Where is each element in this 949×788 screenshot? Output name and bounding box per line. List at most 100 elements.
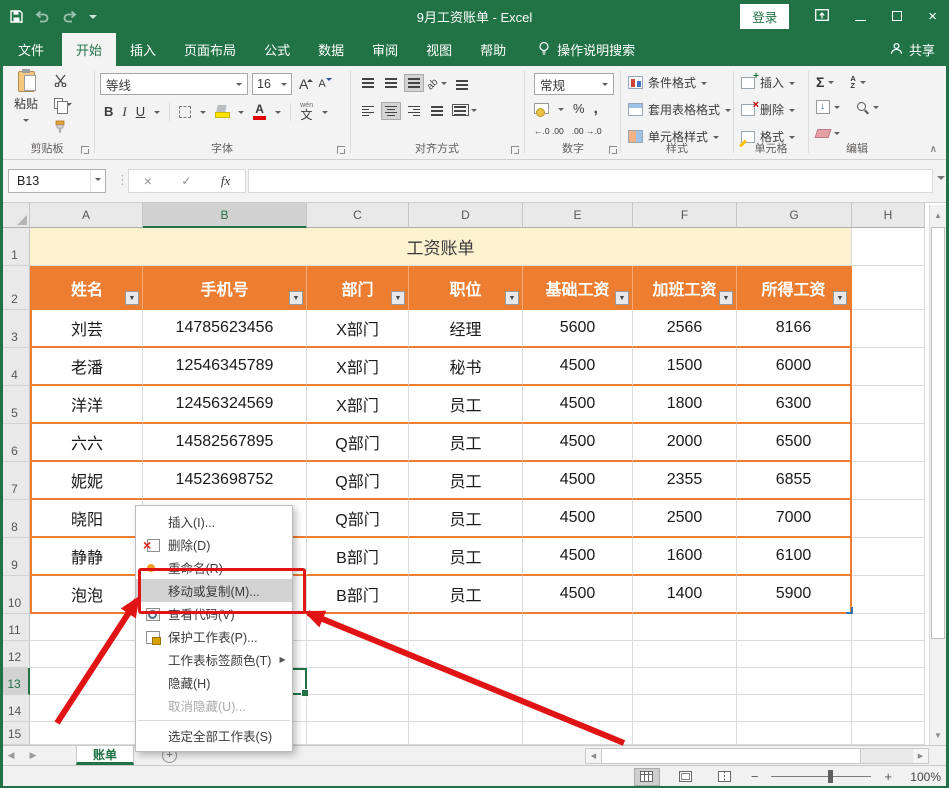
row-header-4[interactable]: 4 <box>0 348 30 386</box>
cell-A8[interactable]: 晓阳 <box>30 500 143 538</box>
menu-item-hide[interactable]: 隐藏(H) <box>136 671 292 694</box>
menu-item-tab-color[interactable]: 工作表标签颜色(T)▶ <box>136 648 292 671</box>
delete-cells-button[interactable]: 删除 <box>741 101 795 118</box>
close-button[interactable]: × <box>928 8 937 25</box>
paste-button[interactable]: 粘贴 <box>5 71 47 125</box>
table-resize-handle[interactable] <box>846 607 853 614</box>
cell-H15[interactable] <box>852 722 925 745</box>
zoom-out-button[interactable]: − <box>751 769 759 784</box>
alignment-dialog-launcher[interactable] <box>511 146 519 154</box>
cell-C12[interactable] <box>307 641 409 668</box>
cell-G14[interactable] <box>737 695 852 722</box>
cell-H7[interactable] <box>852 462 925 500</box>
align-right-icon[interactable] <box>404 102 424 120</box>
scroll-up-icon[interactable]: ▲ <box>930 205 946 225</box>
zoom-slider[interactable] <box>771 776 871 777</box>
cell-H5[interactable] <box>852 386 925 424</box>
align-top-icon[interactable] <box>358 74 378 92</box>
cell-H12[interactable] <box>852 641 925 668</box>
find-select-icon[interactable] <box>856 101 869 114</box>
cell-G5[interactable]: 6300 <box>737 386 852 424</box>
zoom-level[interactable]: 100% <box>905 770 941 784</box>
share-button[interactable]: 共享 <box>890 33 935 66</box>
cell-E10[interactable]: 4500 <box>523 576 633 614</box>
cell-E5[interactable]: 4500 <box>523 386 633 424</box>
font-color-icon[interactable]: A <box>253 103 266 120</box>
table-header-B2[interactable]: 手机号▼ <box>143 266 307 310</box>
menu-item-unhide[interactable]: 取消隐藏(U)... <box>136 694 292 717</box>
zoom-in-button[interactable]: + <box>884 769 892 784</box>
ribbon-tab[interactable]: 公式 <box>250 33 304 66</box>
ribbon-tab[interactable]: 视图 <box>412 33 466 66</box>
horizontal-scroll-thumb[interactable] <box>601 749 861 763</box>
cell-F15[interactable] <box>633 722 737 745</box>
menu-item-protect-sheet[interactable]: 保护工作表(P)... <box>136 625 292 648</box>
insert-cells-button[interactable]: 插入 <box>741 74 795 91</box>
cell-D14[interactable] <box>409 695 523 722</box>
redo-icon[interactable] <box>62 10 77 23</box>
align-left-icon[interactable] <box>358 102 378 120</box>
cell-D5[interactable]: 员工 <box>409 386 523 424</box>
wrap-text-icon[interactable] <box>452 76 472 94</box>
autosum-icon[interactable]: Σ <box>816 74 824 90</box>
column-header-C[interactable]: C <box>307 203 409 228</box>
cell-F13[interactable] <box>633 668 737 695</box>
table-header-C2[interactable]: 部门▼ <box>307 266 409 310</box>
cell-F14[interactable] <box>633 695 737 722</box>
cell-A3[interactable]: 刘芸 <box>30 310 143 348</box>
cell-A11[interactable] <box>30 614 143 641</box>
table-header-D2[interactable]: 职位▼ <box>409 266 523 310</box>
cell-H9[interactable] <box>852 538 925 576</box>
bold-icon[interactable]: B <box>104 104 113 119</box>
prev-sheet-icon[interactable]: ◀ <box>0 750 22 761</box>
ribbon-tab[interactable]: 页面布局 <box>170 33 250 66</box>
cell-D3[interactable]: 经理 <box>409 310 523 348</box>
row-header-2[interactable]: 2 <box>0 266 30 310</box>
row-header-13[interactable]: 13 <box>0 668 30 695</box>
menu-item-select-all-sheets[interactable]: 选定全部工作表(S) <box>136 724 292 747</box>
tell-me-search[interactable]: 操作说明搜索 <box>538 33 635 66</box>
number-format-select[interactable]: 常规 <box>534 73 614 95</box>
cell-D9[interactable]: 员工 <box>409 538 523 576</box>
row-header-8[interactable]: 8 <box>0 500 30 538</box>
accounting-format-icon[interactable] <box>534 103 549 114</box>
table-header-E2[interactable]: 基础工资▼ <box>523 266 633 310</box>
cell-H2[interactable] <box>852 266 925 310</box>
row-header-14[interactable]: 14 <box>0 695 30 722</box>
minimize-button[interactable] <box>855 8 866 26</box>
cell-B5[interactable]: 12456324569 <box>143 386 307 424</box>
column-header-G[interactable]: G <box>737 203 852 228</box>
select-all-corner[interactable] <box>0 203 30 228</box>
font-name-select[interactable]: 等线 <box>100 73 248 95</box>
row-header-3[interactable]: 3 <box>0 310 30 348</box>
cell-A5[interactable]: 洋洋 <box>30 386 143 424</box>
cell-A4[interactable]: 老潘 <box>30 348 143 386</box>
cell-A7[interactable]: 妮妮 <box>30 462 143 500</box>
cell-E14[interactable] <box>523 695 633 722</box>
row-header-11[interactable]: 11 <box>0 614 30 641</box>
filter-icon[interactable]: ▼ <box>125 291 139 305</box>
ribbon-tab[interactable]: 插入 <box>116 33 170 66</box>
cell-C14[interactable] <box>307 695 409 722</box>
cell-B7[interactable]: 14523698752 <box>143 462 307 500</box>
cell-F12[interactable] <box>633 641 737 668</box>
align-bottom-icon[interactable] <box>404 74 424 92</box>
file-tab[interactable]: 文件 <box>0 33 62 66</box>
ribbon-display-options-icon[interactable] <box>815 8 829 26</box>
align-center-icon[interactable] <box>381 102 401 120</box>
decrease-decimal-icon[interactable] <box>572 126 602 136</box>
table-header-F2[interactable]: 加班工资▼ <box>633 266 737 310</box>
cell-G9[interactable]: 6100 <box>737 538 852 576</box>
cell-E6[interactable]: 4500 <box>523 424 633 462</box>
cell-G10[interactable]: 5900 <box>737 576 852 614</box>
login-button[interactable]: 登录 <box>740 4 789 29</box>
scroll-down-icon[interactable]: ▼ <box>930 725 946 745</box>
shrink-font-icon[interactable]: A <box>315 78 328 90</box>
vertical-scroll-thumb[interactable] <box>931 227 945 639</box>
decrease-indent-icon[interactable] <box>427 102 447 120</box>
cut-icon[interactable] <box>54 74 67 90</box>
scroll-left-icon[interactable]: ◀ <box>586 749 601 763</box>
sort-filter-icon[interactable] <box>850 75 855 89</box>
row-header-5[interactable]: 5 <box>0 386 30 424</box>
cell-D8[interactable]: 员工 <box>409 500 523 538</box>
